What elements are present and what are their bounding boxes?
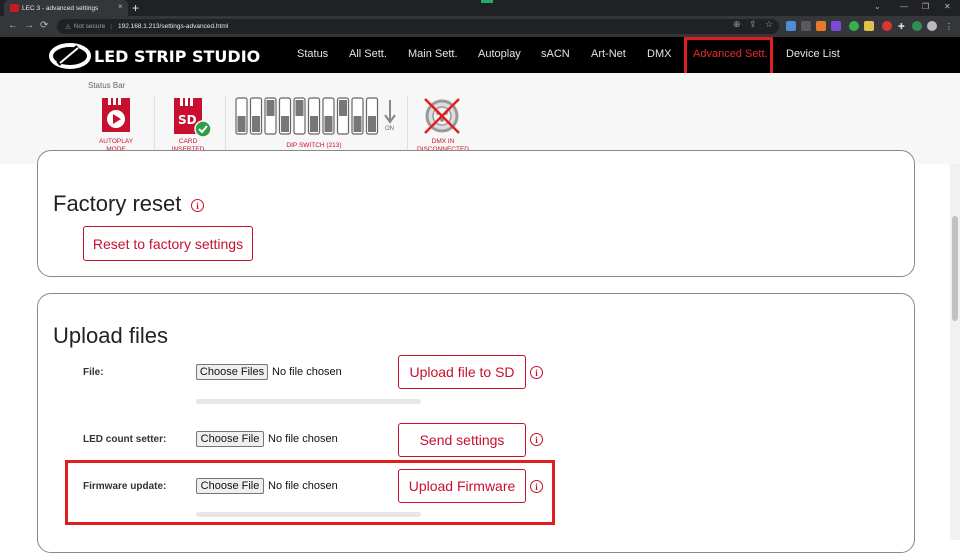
browser-tab-strip: LEC 3 - advanced settings × + ⌄ — ❐ ✕ <box>0 0 960 16</box>
file-upload-progress <box>196 399 421 404</box>
autoplay-mode-icon <box>102 98 130 132</box>
browser-tab[interactable]: LEC 3 - advanced settings × <box>4 0 128 16</box>
status-bar-title: Status Bar <box>88 81 126 90</box>
led-count-setter-label: LED count setter: <box>83 434 167 445</box>
file-info-icon[interactable]: i <box>530 366 543 379</box>
dip-switch-knob <box>266 100 275 116</box>
profile-avatar[interactable] <box>927 21 937 31</box>
zoom-icon[interactable]: ⊕ <box>733 19 741 30</box>
dip-switch-knob <box>353 116 362 132</box>
browser-menu-icon[interactable]: ⋮ <box>945 22 953 31</box>
led-count-choose-file-button[interactable]: Choose File <box>196 431 264 447</box>
highlight-advanced-settings <box>684 37 773 78</box>
reload-icon[interactable]: ⟳ <box>40 20 48 31</box>
nav-main-settings[interactable]: Main Sett. <box>408 48 458 60</box>
extension-2-icon[interactable] <box>801 21 811 31</box>
led-count-no-file-status: No file chosen <box>268 433 338 445</box>
nav-all-settings[interactable]: All Sett. <box>349 48 387 60</box>
dip-switch-knob <box>339 100 347 116</box>
nav-autoplay[interactable]: Autoplay <box>478 48 521 60</box>
nav-status[interactable]: Status <box>297 48 328 60</box>
tab-title: LEC 3 - advanced settings <box>22 4 99 12</box>
dip-switch-knob <box>368 116 376 132</box>
dip-switch-knob <box>237 116 246 132</box>
not-secure-label: Not secure <box>73 23 106 30</box>
extension-7-icon[interactable] <box>882 21 892 31</box>
extension-4-icon[interactable] <box>831 21 841 31</box>
led-strip-studio-logo[interactable]: LED STRIP STUDIO <box>48 41 278 69</box>
new-tab-button[interactable]: + <box>132 1 139 15</box>
nav-sacn[interactable]: sACN <box>541 48 570 60</box>
file-no-file-status: No file chosen <box>272 366 342 378</box>
not-secure-icon[interactable]: ⚠ <box>65 23 71 31</box>
tab-close-icon[interactable]: × <box>118 2 123 11</box>
extension-5-icon[interactable] <box>849 21 859 31</box>
file-label: File: <box>83 367 104 378</box>
share-icon[interactable]: ⇪ <box>749 19 757 30</box>
dip-switch-knob <box>324 116 333 132</box>
recording-indicator <box>481 0 493 3</box>
tab-favicon-icon <box>10 4 19 12</box>
extension-6-icon[interactable] <box>864 21 874 31</box>
factory-reset-title: Factory reset <box>53 191 182 216</box>
upload-files-title: Upload files <box>53 323 168 348</box>
dip-switch-knob <box>310 116 318 132</box>
dip-on-arrow-icon <box>384 100 396 124</box>
sd-card-label: SD <box>178 113 197 127</box>
nav-device-list[interactable]: Device List <box>786 48 840 60</box>
file-choose-files-button[interactable]: Choose Files <box>196 364 268 380</box>
page-scrollbar-thumb[interactable] <box>952 216 958 321</box>
dip-switch-knob <box>295 100 304 116</box>
back-icon[interactable]: ← <box>8 20 18 31</box>
tab-search-icon[interactable]: ⌄ <box>874 2 881 11</box>
send-settings-button[interactable]: Send settings <box>398 423 526 457</box>
dip-switch-icon <box>235 97 396 135</box>
factory-reset-info-icon[interactable]: i <box>191 199 204 212</box>
extension-1-icon[interactable] <box>786 21 796 31</box>
extension-8-icon[interactable] <box>912 21 922 31</box>
led-count-info-icon[interactable]: i <box>530 433 543 446</box>
highlight-firmware-update <box>65 460 555 525</box>
nav-art-net[interactable]: Art-Net <box>591 48 626 60</box>
minimize-icon[interactable]: — <box>900 2 908 11</box>
close-window-icon[interactable]: ✕ <box>944 2 951 11</box>
nav-dmx[interactable]: DMX <box>647 48 671 60</box>
dip-switch-caption: DIP SWITCH (213) <box>286 142 342 149</box>
extension-3-icon[interactable] <box>816 21 826 31</box>
dip-switch-knob <box>281 116 289 132</box>
url-text[interactable]: 192.168.1.213/settings-advanced.html <box>118 23 228 30</box>
upload-file-to-sd-button[interactable]: Upload file to SD <box>398 355 526 389</box>
address-bar[interactable]: ⚠ Not secure | 192.168.1.213/settings-ad… <box>57 19 779 34</box>
sd-card-inserted-icon: SD <box>174 98 212 138</box>
logo-text: LED STRIP STUDIO <box>94 47 260 66</box>
bookmark-star-icon[interactable]: ☆ <box>765 19 773 30</box>
dip-on-label: ON <box>385 126 394 132</box>
reset-factory-settings-button[interactable]: Reset to factory settings <box>83 226 253 261</box>
maximize-icon[interactable]: ❐ <box>922 2 929 11</box>
forward-icon[interactable]: → <box>24 20 34 31</box>
dmx-in-disconnected-icon <box>424 98 460 134</box>
dip-switch-knob <box>252 116 260 132</box>
extensions-puzzle-icon[interactable]: ✚ <box>898 22 905 31</box>
